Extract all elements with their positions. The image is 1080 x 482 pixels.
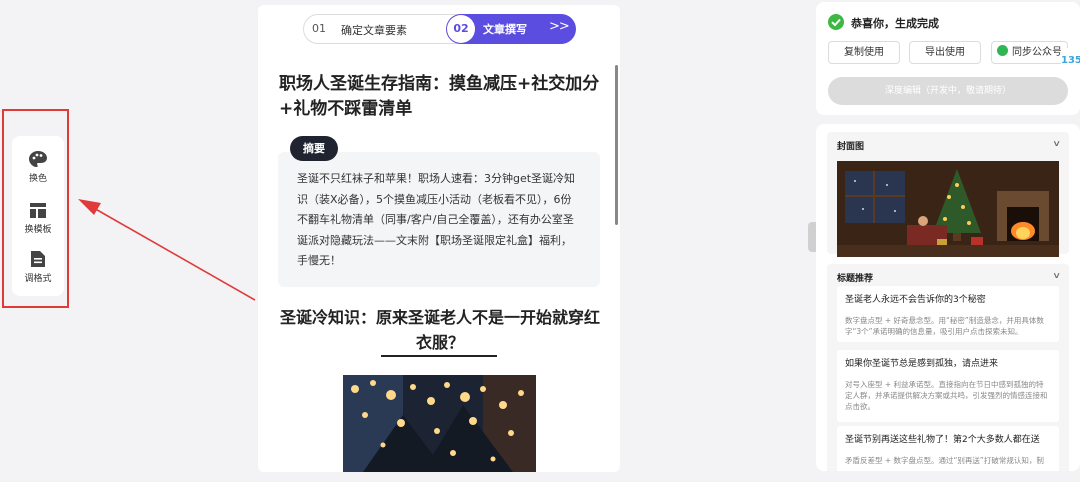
cover-section: 封面图 ∨ <box>827 132 1069 257</box>
title-suggestions-heading: 标题推荐 <box>837 274 874 284</box>
suggestion-title: 圣诞老人永远不会告诉你的3个秘密 <box>845 295 986 305</box>
step-progress: 01 确定文章要素 02 文章撰写 >> <box>303 14 576 44</box>
logo-135: 135 <box>1061 48 1080 74</box>
christmas-lights-photo <box>343 375 536 472</box>
assets-panel: 封面图 ∨ 标题推荐 ∨ 圣诞老人永远不会告诉你的3个秘密 数字盘点型 + 好奇… <box>816 124 1080 471</box>
toolbar-highlight-box <box>2 109 69 308</box>
title-suggestions-section: 标题推荐 ∨ 圣诞老人永远不会告诉你的3个秘密 数字盘点型 + 好奇悬念型。用“… <box>827 264 1069 471</box>
section-underline <box>381 355 497 357</box>
suggestion-desc: 矛盾反差型 + 数字盘点型。通过“别再送”打破常规认知，制 <box>845 456 1044 465</box>
summary-box: 圣诞不只红袜子和苹果！职场人速看：3分钟get圣诞冷知识（装X必备），5个摸鱼减… <box>278 152 600 287</box>
sync-wechat-button[interactable]: 同步公众号 <box>991 41 1068 64</box>
check-circle-icon <box>828 14 844 30</box>
export-button[interactable]: 导出使用 <box>909 41 981 64</box>
title-suggestion-item[interactable]: 如果你圣诞节总是感到孤独，请点进来 对号入座型 + 利益承诺型。直接指向在节日中… <box>837 350 1059 422</box>
chevron-down-icon[interactable]: ∨ <box>1052 138 1061 148</box>
suggestion-desc: 数字盘点型 + 好奇悬念型。用“秘密”制造悬念，并用具体数字“3个”承诺明确的信… <box>845 316 1044 336</box>
wechat-icon <box>997 45 1008 56</box>
step1-number: 01 <box>312 22 326 35</box>
result-panel: 恭喜你，生成完成 复制使用 导出使用 同步公众号 深度编辑（开发中，敬请期待） <box>816 2 1080 115</box>
step2-number: 02 <box>447 15 475 43</box>
title-suggestion-item[interactable]: 圣诞节别再送这些礼物了！第2个大多数人都在送 矛盾反差型 + 数字盘点型。通过“… <box>837 426 1059 471</box>
deep-edit-button[interactable]: 深度编辑（开发中，敬请期待） <box>828 77 1068 105</box>
sync-wechat-label: 同步公众号 <box>1012 47 1062 58</box>
article-scrollbar[interactable] <box>615 65 618 225</box>
copy-button[interactable]: 复制使用 <box>828 41 900 64</box>
suggestion-title: 如果你圣诞节总是感到孤独，请点进来 <box>845 359 999 369</box>
section-title: 圣诞冷知识：原来圣诞老人不是一开始就穿红衣服？ <box>280 308 601 352</box>
step1-label[interactable]: 确定文章要素 <box>341 22 407 38</box>
article-panel: 01 确定文章要素 02 文章撰写 >> 职场人圣诞生存指南：摸鱼减压+社交加分… <box>258 5 620 472</box>
step2-active[interactable]: 02 文章撰写 >> <box>446 14 576 44</box>
cover-heading: 封面图 <box>837 142 865 152</box>
christmas-livingroom-photo[interactable] <box>837 161 1059 257</box>
chevron-down-icon[interactable]: ∨ <box>1052 270 1061 280</box>
suggestion-desc: 对号入座型 + 利益承诺型。直接指向在节日中感到孤独的特定人群，并承诺提供解决方… <box>845 380 1048 411</box>
completion-status: 恭喜你，生成完成 <box>851 17 939 30</box>
summary-badge: 摘要 <box>290 136 338 161</box>
step2-label: 文章撰写 <box>483 23 527 36</box>
article-title: 职场人圣诞生存指南：摸鱼减压+社交加分+礼物不踩雷清单 <box>279 74 600 119</box>
double-chevron-icon: >> <box>549 19 570 34</box>
title-suggestion-item[interactable]: 圣诞老人永远不会告诉你的3个秘密 数字盘点型 + 好奇悬念型。用“秘密”制造悬念… <box>837 286 1059 342</box>
suggestion-title: 圣诞节别再送这些礼物了！第2个大多数人都在送 <box>845 435 1040 445</box>
panel-collapse-handle[interactable] <box>808 222 816 252</box>
